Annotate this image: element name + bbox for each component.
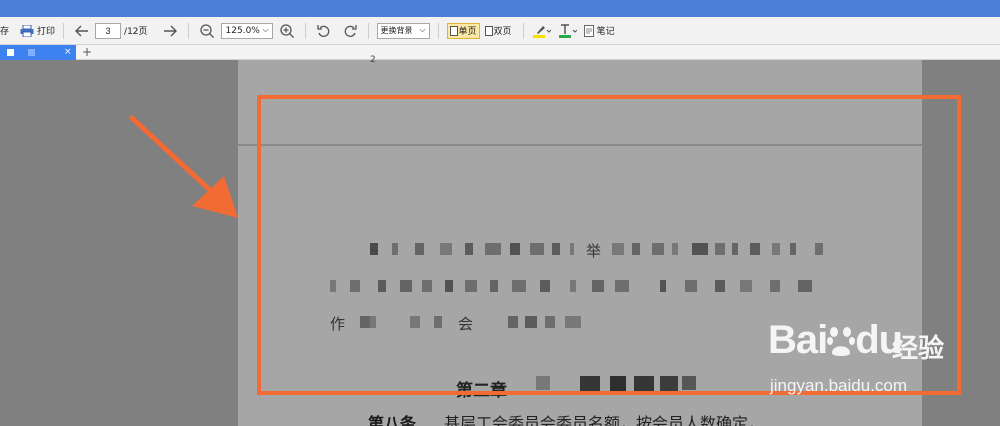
change-background-select[interactable]: 更换背景 ⌵ <box>376 22 430 39</box>
zoom-out-button[interactable] <box>197 21 217 41</box>
print-label: 打印 <box>37 27 56 37</box>
highlighter-icon <box>532 25 551 38</box>
arrow-left-icon <box>75 25 89 36</box>
next-page-button[interactable] <box>160 21 180 41</box>
document-icon <box>7 49 14 56</box>
notes-label: 笔记 <box>596 27 615 37</box>
rotate-left-icon <box>316 24 329 37</box>
printer-icon <box>17 21 37 41</box>
double-page-button[interactable]: 双页 <box>482 23 515 39</box>
new-tab-button[interactable]: + <box>82 45 92 59</box>
page-number-input[interactable]: 3 <box>95 22 122 39</box>
title-bar <box>0 0 1000 17</box>
document-tab[interactable]: × <box>0 45 76 60</box>
double-page-label: 双页 <box>493 27 512 37</box>
baidu-jingyan-watermark: Bai du 经验 jingyan.baidu.com <box>760 312 990 402</box>
toolbar-divider <box>367 22 369 39</box>
chevron-down-icon: ⌵ <box>262 24 269 34</box>
watermark-brand: Bai du <box>768 318 903 362</box>
save-label: 存 <box>0 27 10 37</box>
watermark-jingyan: 经验 <box>892 334 945 364</box>
zoom-in-icon <box>279 23 294 38</box>
rotate-right-button[interactable] <box>340 21 360 41</box>
document-icon <box>28 49 35 56</box>
toolbar-divider <box>437 22 439 39</box>
print-button[interactable]: 打印 <box>17 20 55 42</box>
article-label: 第八条 <box>368 414 417 426</box>
notes-button[interactable]: 笔记 <box>583 20 615 42</box>
zoom-select[interactable]: 125.0% ⌵ <box>220 22 273 39</box>
toolbar-divider <box>187 22 189 39</box>
toolbar-divider <box>304 22 306 39</box>
notes-icon <box>583 24 594 37</box>
page-number: 2 <box>370 55 376 65</box>
text-color-icon <box>558 23 577 38</box>
annotation-arrow <box>129 115 238 218</box>
zoom-out-icon <box>199 23 214 38</box>
rotate-left-button[interactable] <box>314 21 334 41</box>
paw-icon <box>827 327 856 356</box>
previous-page-button[interactable] <box>72 21 92 41</box>
page-total-label: /12页 <box>124 27 148 37</box>
single-page-button[interactable]: 单页 <box>446 22 480 39</box>
article-text: 基层工会委员会委员名额，按会员人数确定， <box>444 414 765 426</box>
change-background-label: 更换背景 <box>380 26 413 35</box>
double-page-icon <box>484 25 493 36</box>
arrow-right-icon <box>163 25 177 36</box>
watermark-url: jingyan.baidu.com <box>770 376 908 395</box>
chevron-down-icon: ⌵ <box>419 24 426 34</box>
rotate-right-icon <box>344 24 357 37</box>
zoom-value: 125.0% <box>225 25 260 36</box>
document-tabbar: × + <box>0 45 1000 60</box>
main-toolbar: 存 打印 3 /12页 125.0% ⌵ 更换背景 ⌵ 单页 双页 笔记 <box>0 17 1000 45</box>
single-page-label: 单页 <box>458 27 477 37</box>
save-button[interactable]: 存 <box>0 20 9 42</box>
toolbar-divider <box>522 22 524 39</box>
text-color-button[interactable] <box>558 21 578 41</box>
highlighter-button[interactable] <box>532 21 552 41</box>
single-page-icon <box>449 25 458 36</box>
toolbar-divider <box>63 22 65 39</box>
close-tab-icon[interactable]: × <box>64 46 72 58</box>
zoom-in-button[interactable] <box>277 21 297 41</box>
